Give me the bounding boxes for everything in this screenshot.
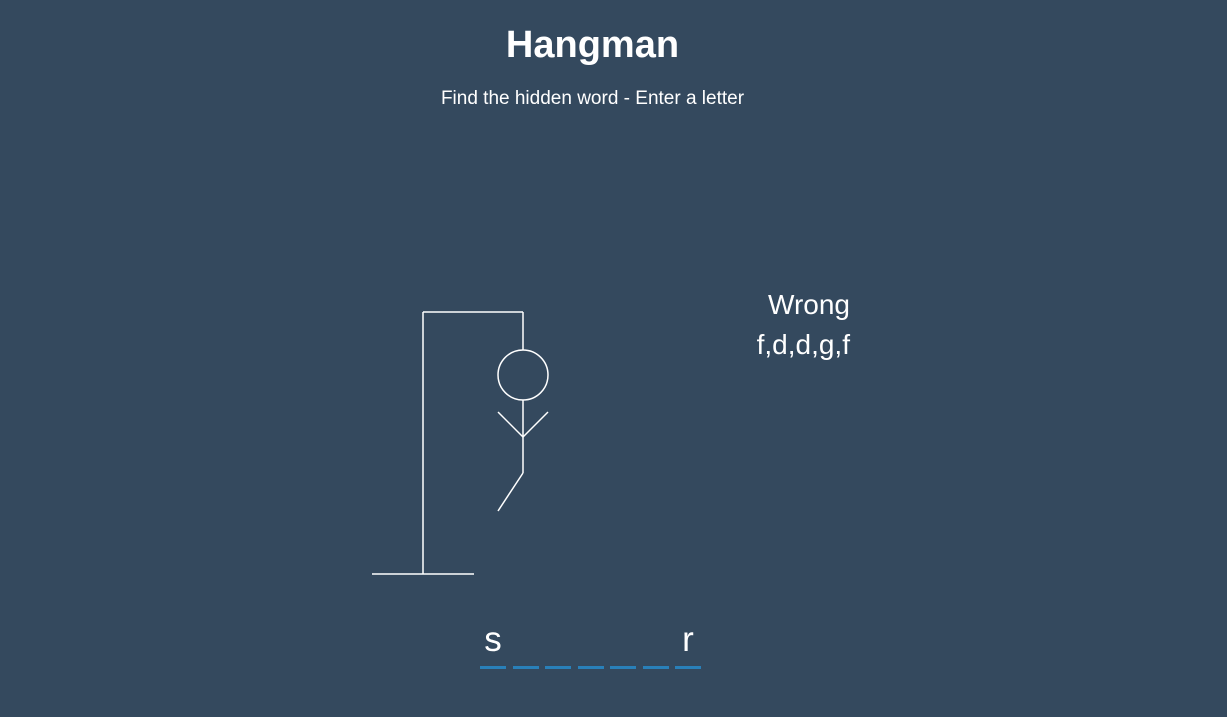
wrong-label: Wrong [768, 289, 850, 320]
letter: s [484, 620, 502, 659]
game-page: Hangman Find the hidden word - Enter a l… [0, 0, 1227, 717]
letter: r [682, 620, 694, 659]
letter-slot: s [480, 612, 506, 669]
letter-slot [512, 612, 539, 669]
letter-slot: r [675, 612, 701, 669]
letter-slot [545, 612, 571, 669]
wrong-letters: f,d,d,g,f [756, 329, 850, 360]
hangman-right-arm [522, 411, 549, 438]
hidden-word: s r [480, 612, 701, 672]
hangman-head [497, 349, 549, 401]
letter-slot [642, 612, 669, 669]
hangman-left-leg [497, 472, 524, 512]
wrong-letters-panel: Wrong f,d,d,g,f [700, 285, 850, 365]
letter-slot [577, 612, 604, 669]
hangman-figure [372, 311, 549, 575]
hangman-left-arm [497, 411, 524, 438]
letter-slot [610, 612, 636, 669]
